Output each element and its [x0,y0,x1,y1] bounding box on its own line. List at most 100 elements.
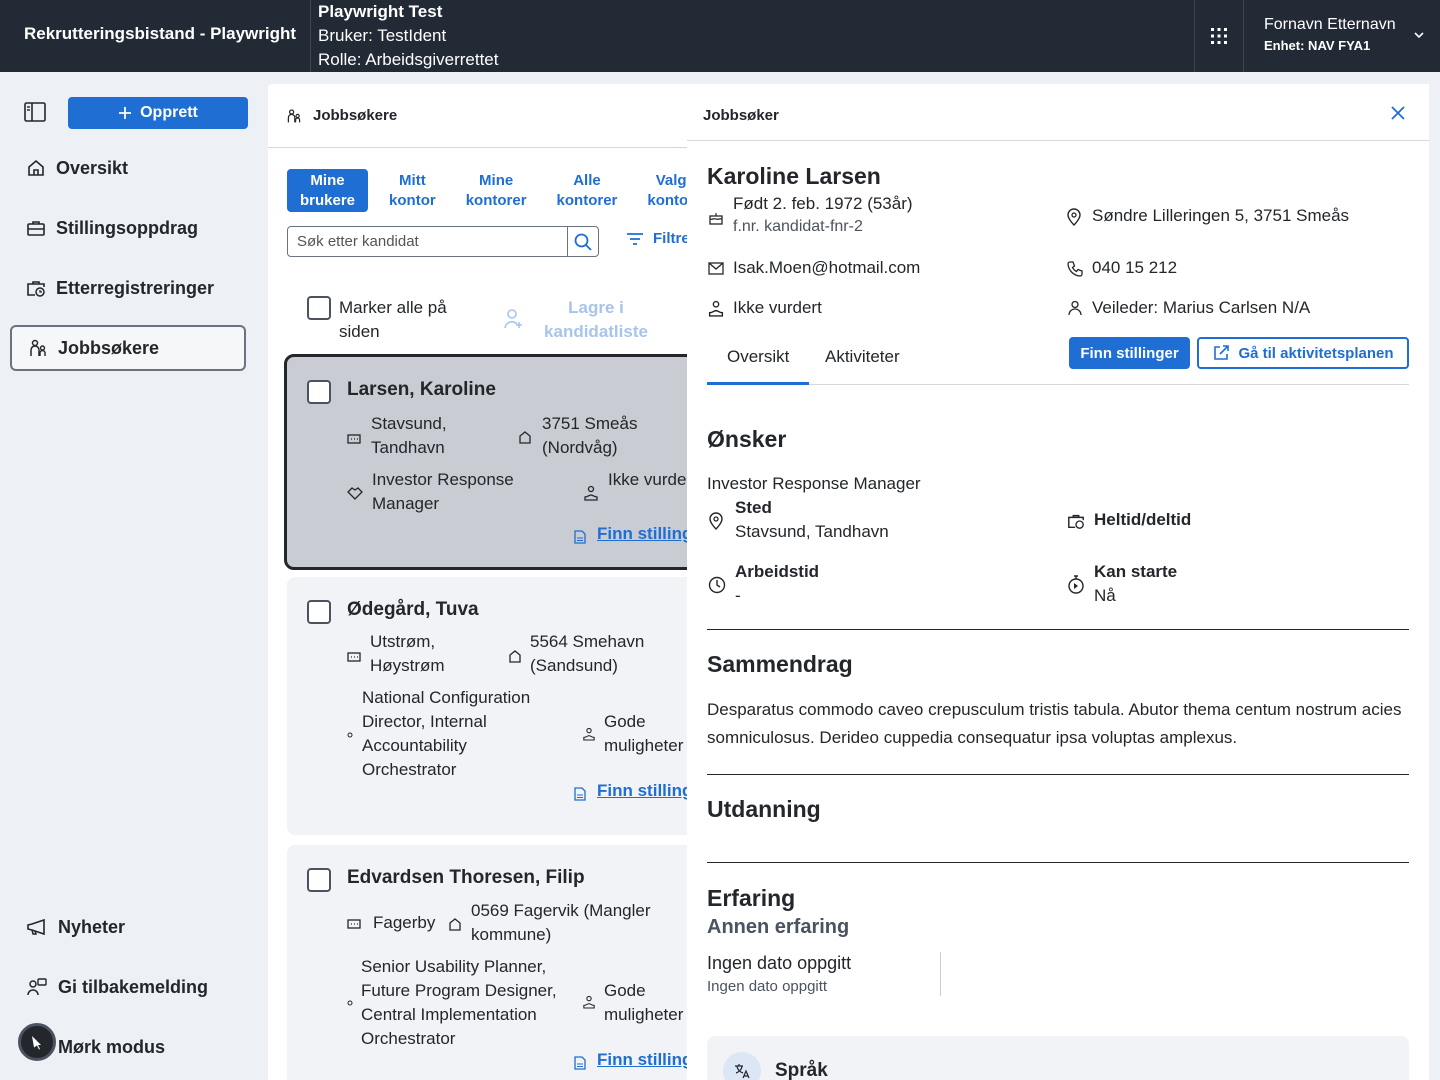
apps-menu-button[interactable] [1196,0,1242,72]
sidebar-item-label: Etterregistreringer [56,277,215,298]
header-divider [310,0,311,72]
grid-menu-icon [1211,28,1227,44]
create-button-label: Opprett [140,104,198,121]
external-link-icon [1214,345,1230,360]
email[interactable]: Isak.Moen@hotmail.com [733,256,920,280]
candidate-card[interactable]: Edvardsen Thoresen, Filip Fagerby 0569 F… [287,845,698,1080]
search-button[interactable] [567,227,598,256]
candidate-checkbox[interactable] [307,868,331,892]
create-button[interactable]: Opprett [68,97,248,129]
candidate-card[interactable]: Ødegård, Tuva Utstrøm, Høystrøm 5564 Sme… [287,577,698,835]
sidebar-toggle-button[interactable] [24,102,48,124]
start-value: Nå [1094,586,1116,605]
document-icon [574,530,586,544]
sidebar-item-etterregistreringer[interactable]: Etterregistreringer [10,265,246,311]
tab-oversikt[interactable]: Oversikt [707,347,810,385]
detail-header: Jobbsøker [687,84,1429,141]
fnr: f.nr. kandidat-fnr-2 [733,218,863,235]
divider [940,952,941,996]
person-chat-icon [27,978,47,996]
moon-icon [32,1036,41,1050]
list-panel-title: Jobbsøkere [313,107,398,124]
app-title[interactable]: Rekrutteringsbistand - Playwright [24,24,296,44]
location-icon [347,652,361,662]
birth-date: Født 2. feb. 1972 (53år) [733,194,913,213]
megaphone-icon [27,918,45,936]
dark-mode-toggle[interactable] [18,1023,56,1061]
candidate-assessment: Gode muligheter [604,981,684,1024]
filter-button[interactable]: Filtre [626,230,690,247]
header-divider [1194,0,1195,72]
sidebar-item-label: Mørk modus [58,1036,166,1057]
sidebar-item-jobbsokere[interactable]: Jobbsøkere [10,325,246,371]
chevron-down-icon [1414,32,1424,39]
candidate-name[interactable]: Ødegård, Tuva [347,599,479,621]
advisor: Veileder: Marius Carlsen N/A [1092,298,1311,317]
sidebar-item-nyheter[interactable]: Nyheter [10,904,246,950]
wished-job: Investor Response Manager [707,474,921,493]
search-input[interactable] [288,227,569,256]
scope-tab-mine-brukere[interactable]: Mine brukere [287,169,369,212]
plus-icon [119,107,132,119]
phone[interactable]: 040 15 212 [1092,256,1177,280]
find-jobs-link[interactable]: Finn stillinger [597,781,698,801]
location-pin-icon [1067,208,1081,226]
experience-date-sub: Ingen dato oppgitt [707,978,828,995]
test-info: Playwright Test Bruker: TestIdent Rolle:… [318,0,498,72]
candidate-assessment: Ikke vurdert [608,470,697,489]
scope-tab-mine-kontorer[interactable]: Mine kontorer [457,169,536,212]
hand-person-icon [584,485,598,501]
filter-label: Filtre [653,230,690,247]
experience-date: Ingen dato oppgitt [707,953,852,973]
find-jobs-link[interactable]: Finn stillinger [597,1050,698,1070]
sidebar-item-tilbakemelding[interactable]: Gi tilbakemelding [10,964,246,1010]
wishes-title: Ønsker [707,426,787,452]
divider [707,774,1409,775]
sidebar-item-label: Nyheter [58,916,126,937]
cake-icon [709,213,723,225]
candidate-address: 5564 Smehavn (Sandsund) [530,632,645,675]
candidate-card[interactable]: Larsen, Karoline Stavsund, Tandhavn 3751… [284,354,698,570]
divider [707,629,1409,630]
location-pin-icon [709,512,723,530]
tab-aktiviteter[interactable]: Aktiviteter [805,347,920,385]
place-value: Stavsund, Tandhavn [735,522,889,541]
people-icon [287,109,301,123]
find-jobs-link[interactable]: Finn stillinger [597,524,698,544]
detail-panel-title: Jobbsøker [703,107,779,124]
worktime-label: Arbeidstid [735,562,820,581]
scope-tab-mitt-kontor[interactable]: Mitt kontor [380,169,445,212]
handshake-icon [347,487,363,500]
candidate-list-panel: Jobbsøkere Mine brukere Mitt kontor Mine ko… [268,84,698,1080]
candidate-location: Utstrøm, Høystrøm [370,632,445,675]
find-jobs-button[interactable]: Finn stillinger [1069,337,1190,369]
house-icon [509,650,521,663]
mark-all-checkbox[interactable] [307,296,331,320]
candidate-checkbox[interactable] [307,380,331,404]
candidate-name[interactable]: Larsen, Karoline [347,379,496,401]
sidebar-item-stillingsoppdrag[interactable]: Stillingsoppdrag [10,205,246,251]
translate-icon [735,1064,750,1079]
sidebar-item-oversikt[interactable]: Oversikt [10,145,246,191]
save-to-list-button[interactable]: Lagre i kandidatliste [504,296,656,344]
mark-all-row: Marker alle på siden [307,296,459,344]
language-icon-badge [723,1052,761,1080]
summary-text: Desparatus commodo caveo crepusculum tri… [707,700,1402,747]
activity-plan-button[interactable]: Gå til aktivitetsplanen [1197,337,1409,369]
test-title: Playwright Test [318,2,443,21]
close-icon[interactable] [1391,106,1405,120]
briefcase-clock-icon [1068,514,1084,529]
candidate-full-name: Karoline Larsen [707,163,881,189]
search-field [287,226,599,257]
sidebar-item-label: Stillingsoppdrag [56,217,198,238]
education-title: Utdanning [707,796,821,822]
language-title: Språk [775,1060,828,1080]
document-icon [574,1056,586,1070]
candidate-checkbox[interactable] [307,600,331,624]
scope-tab-alle-kontorer[interactable]: Alle kontorer [548,169,627,212]
phone-icon [1067,261,1083,277]
divider [707,862,1409,863]
candidate-name[interactable]: Edvardsen Thoresen, Filip [347,867,585,889]
hours-label: Heltid/deltid [1094,510,1192,529]
user-menu[interactable]: Fornavn Etternavn Enhet: NAV FYA1 [1244,0,1440,72]
